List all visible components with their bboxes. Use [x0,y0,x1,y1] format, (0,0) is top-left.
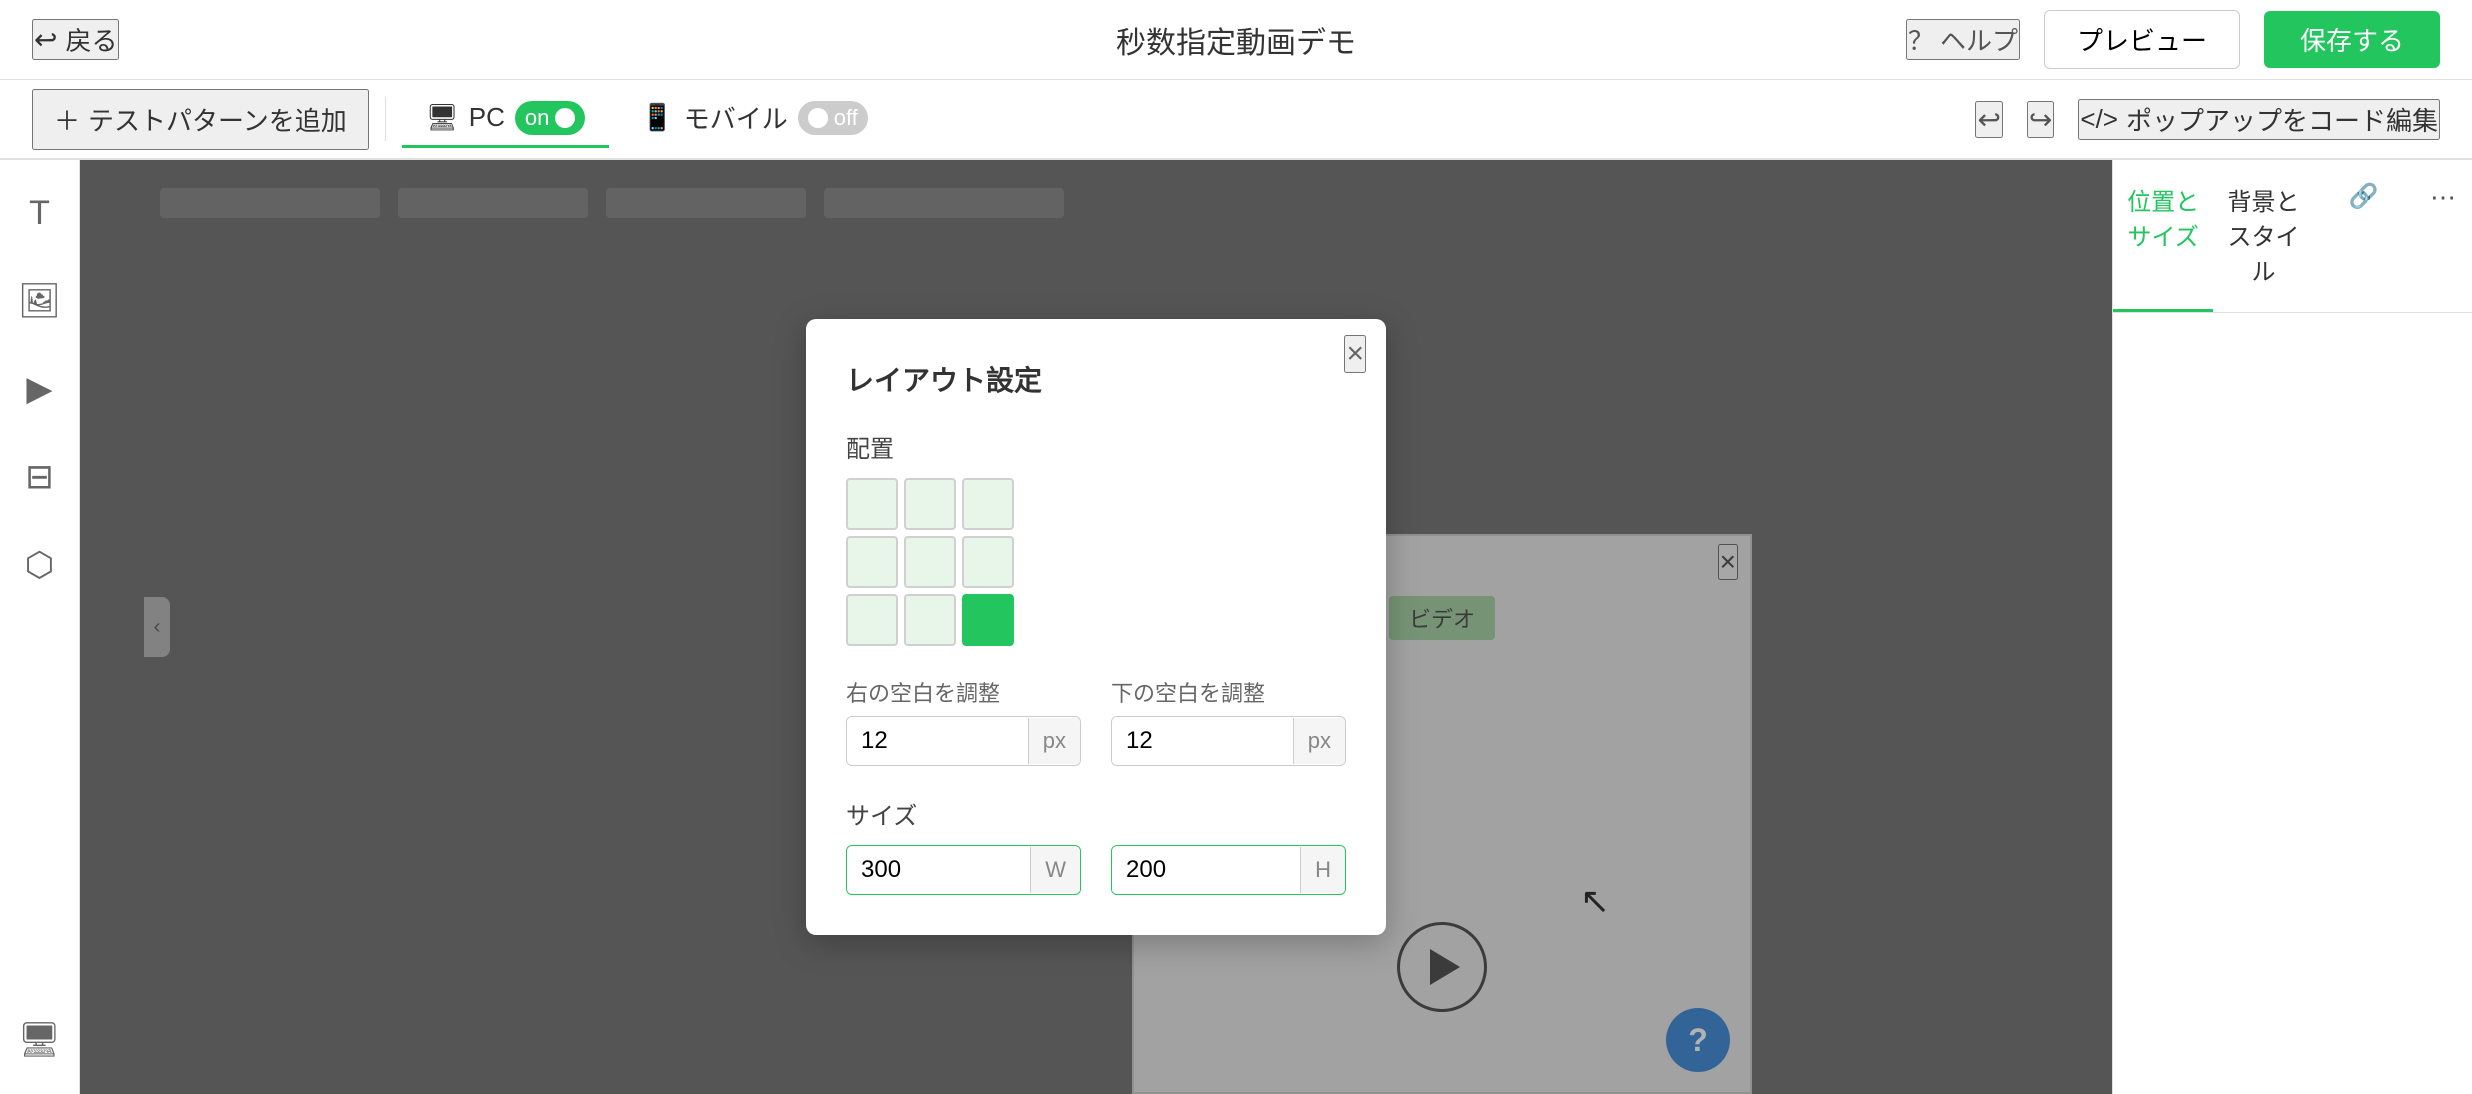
page-title: 秒数指定動画デモ [1116,18,1356,62]
align-cell-bot-center[interactable] [904,594,956,646]
tab-pc[interactable]: 🖥 PC on [402,91,610,148]
modal-overlay: レイアウト設定 × 配置 右 [80,160,2112,1094]
second-bar-left: ＋ テストパターンを追加 🖥 PC on 📱 モバイル off [32,89,892,150]
height-group: H [1111,845,1346,895]
align-cell-mid-left[interactable] [846,536,898,588]
main-layout: T 🖼 ▶ ⊟ ⬡ 🖥 ‹ ポップアップ × [0,160,2472,1094]
redo-button[interactable]: ↪ [2027,101,2054,138]
right-margin-label: 右の空白を調整 [846,676,1081,708]
right-margin-input-wrap: px [846,716,1081,766]
canvas-area: ‹ ポップアップ × ビデオ ↖ ? レイアウト設定 × 配置 [80,160,2112,1094]
align-cell-bot-right[interactable] [962,594,1014,646]
bottom-margin-group: 下の空白を調整 px [1111,676,1346,766]
toggle-on-circle [555,108,575,128]
undo-button[interactable]: ↩ [1975,101,2002,138]
toggle-off-label: off [834,105,858,131]
modal-title: レイアウト設定 [846,359,1346,399]
right-margin-group: 右の空白を調整 px [846,676,1081,766]
tab-position-size[interactable]: 位置とサイズ [2113,160,2213,312]
width-group: W [846,845,1081,895]
bottom-margin-unit: px [1293,718,1345,764]
modal-close-button[interactable]: × [1344,335,1366,373]
toggle-on-label: on [525,105,549,131]
help-label: ヘルプ [1940,21,2018,58]
question-icon: ？ [1908,21,1934,58]
right-margin-input[interactable] [847,717,1028,765]
spacing-row: 右の空白を調整 px 下の空白を調整 px [846,676,1346,766]
align-cell-top-left[interactable] [846,478,898,530]
mobile-label: モバイル [684,99,788,136]
bottom-margin-label: 下の空白を調整 [1111,676,1346,708]
save-button[interactable]: 保存する [2264,11,2440,68]
bottom-margin-input-wrap: px [1111,716,1346,766]
alignment-grid [846,478,1346,646]
code-edit-label: ポップアップをコード編集 [2126,101,2438,138]
pc-label: PC [469,102,505,133]
right-panel-tabs: 位置とサイズ 背景とスタイル 🔗 ⋯ [2113,160,2472,313]
plus-icon: ＋ [54,101,80,138]
align-cell-top-center[interactable] [904,478,956,530]
toggle-off-circle [808,108,828,128]
back-button[interactable]: ↩ 戻る [32,19,119,60]
back-icon: ↩ [34,23,57,56]
tab-more[interactable]: ⋯ [2414,160,2472,312]
sidebar-icon-display[interactable]: 🖥 [4,1006,75,1074]
second-bar: ＋ テストパターンを追加 🖥 PC on 📱 モバイル off ↩ ↪ </> … [0,80,2472,160]
top-bar-right: ？ ヘルプ プレビュー 保存する [1906,10,2440,69]
top-bar-left: ↩ 戻る [32,19,119,60]
help-button[interactable]: ？ ヘルプ [1906,19,2020,60]
mobile-toggle[interactable]: off [798,101,868,135]
width-input-wrap: W [846,845,1081,895]
sidebar-icon-text[interactable]: T [15,180,64,247]
preview-button[interactable]: プレビュー [2044,10,2240,69]
height-unit: H [1300,847,1345,893]
add-pattern-button[interactable]: ＋ テストパターンを追加 [32,89,369,150]
size-row: W H [846,845,1346,895]
align-cell-bot-left[interactable] [846,594,898,646]
align-cell-top-right[interactable] [962,478,1014,530]
bottom-margin-input[interactable] [1112,717,1293,765]
code-edit-button[interactable]: </> ポップアップをコード編集 [2078,99,2440,140]
height-input-wrap: H [1111,845,1346,895]
width-unit: W [1030,847,1080,893]
sidebar-icon-shape[interactable]: ⬡ [11,531,69,599]
size-label: サイズ [846,796,1346,831]
back-label: 戻る [65,21,117,58]
code-icon: </> [2080,104,2118,135]
divider [385,97,386,141]
tab-background-style[interactable]: 背景とスタイル [2213,160,2313,312]
second-bar-right: ↩ ↪ </> ポップアップをコード編集 [1975,99,2440,140]
placement-label: 配置 [846,429,1346,464]
top-bar: ↩ 戻る 秒数指定動画デモ ？ ヘルプ プレビュー 保存する [0,0,2472,80]
sidebar-icon-image[interactable]: 🖼 [4,267,75,335]
pc-icon: 🖥 [426,102,459,133]
height-input[interactable] [1112,846,1300,894]
align-cell-mid-right[interactable] [962,536,1014,588]
layout-settings-modal: レイアウト設定 × 配置 右 [806,319,1386,935]
left-sidebar: T 🖼 ▶ ⊟ ⬡ 🖥 [0,160,80,1094]
tab-mobile[interactable]: 📱 モバイル off [617,89,891,149]
sidebar-icon-video[interactable]: ▶ [12,355,66,423]
add-pattern-label: テストパターンを追加 [88,101,347,138]
width-input[interactable] [847,846,1030,894]
tab-link[interactable]: 🔗 [2314,160,2414,312]
sidebar-icon-form[interactable]: ⊟ [11,443,68,511]
align-cell-mid-center[interactable] [904,536,956,588]
pc-toggle[interactable]: on [515,101,585,135]
right-panel: 位置とサイズ 背景とスタイル 🔗 ⋯ [2112,160,2472,1094]
mobile-icon: 📱 [641,102,673,133]
right-margin-unit: px [1028,718,1080,764]
